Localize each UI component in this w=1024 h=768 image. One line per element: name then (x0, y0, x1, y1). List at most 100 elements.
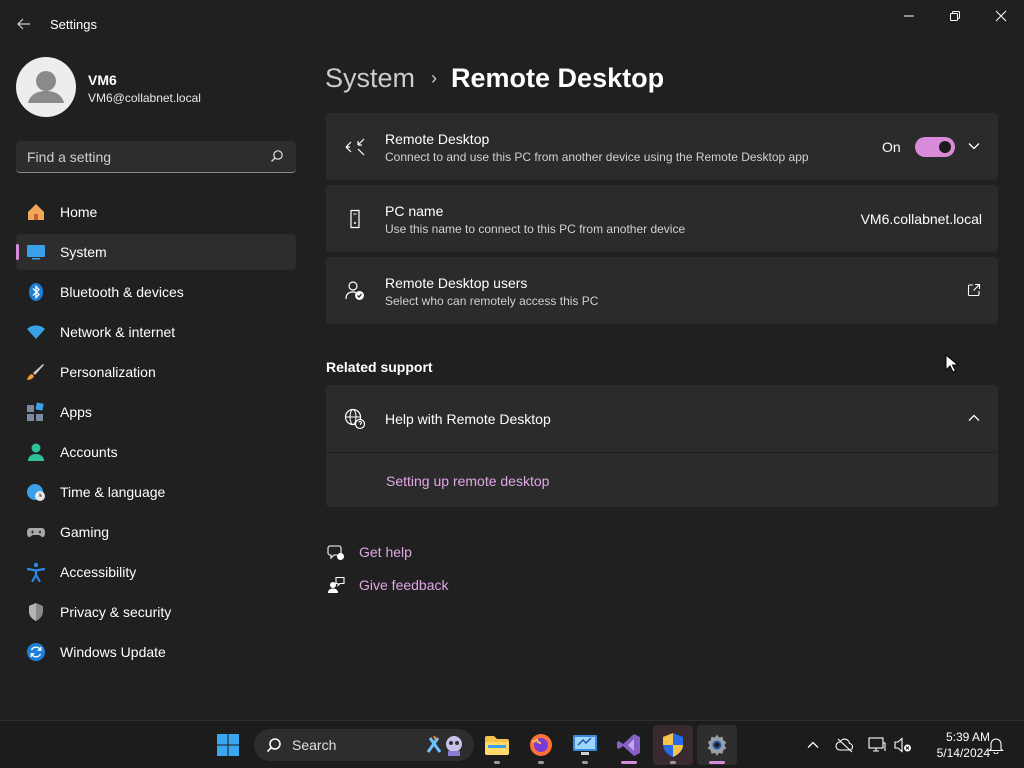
user-email: VM6@collabnet.local (88, 91, 201, 105)
sidebar-item-time-language[interactable]: Time & language (16, 474, 296, 510)
remote-desktop-users-card[interactable]: Remote Desktop users Select who can remo… (326, 257, 998, 324)
accessibility-icon (26, 562, 46, 582)
bluetooth-icon (26, 282, 46, 302)
sidebar-item-accounts[interactable]: Accounts (16, 434, 296, 470)
remote-desktop-toggle[interactable] (915, 137, 955, 157)
home-icon (26, 202, 46, 222)
user-name: VM6 (88, 72, 117, 88)
remote-desktop-users-title: Remote Desktop users (385, 275, 528, 291)
search-icon[interactable] (270, 149, 284, 168)
breadcrumb-parent[interactable]: System (325, 63, 415, 94)
gamepad-icon (26, 522, 46, 542)
apps-icon (26, 402, 46, 422)
running-indicator (621, 761, 637, 764)
breadcrumb-separator: › (431, 67, 438, 88)
notification-bell-icon[interactable] (986, 735, 1006, 755)
app-title: Settings (50, 17, 97, 32)
avatar[interactable] (16, 57, 76, 117)
taskbar: Search 5:39 AM 5/14/2024 (0, 720, 1024, 768)
taskbar-clock[interactable]: 5:39 AM 5/14/2024 (916, 729, 990, 761)
running-indicator (670, 761, 676, 764)
update-icon (26, 642, 46, 662)
related-support-heading: Related support (326, 359, 433, 375)
taskbar-file-explorer[interactable] (477, 725, 517, 765)
system-icon (26, 242, 46, 262)
help-remote-desktop-header[interactable]: Help with Remote Desktop (326, 385, 998, 452)
close-icon (995, 10, 1007, 22)
firefox-icon (530, 734, 552, 756)
globe-help-icon (344, 408, 366, 430)
sidebar-item-windows-update[interactable]: Windows Update (16, 634, 296, 670)
chevron-up-icon[interactable] (967, 411, 981, 430)
page-title: Remote Desktop (451, 62, 665, 93)
running-indicator (538, 761, 544, 764)
folder-icon (485, 736, 509, 755)
setting-up-remote-desktop-link[interactable]: Setting up remote desktop (386, 473, 549, 489)
pc-name-value: VM6.collabnet.local (860, 211, 982, 227)
chevron-down-icon[interactable] (967, 139, 981, 158)
get-help-link[interactable]: Get help (326, 542, 412, 562)
brush-icon (26, 362, 46, 382)
remote-desktop-icon (344, 136, 366, 158)
remote-desktop-users-subtitle: Select who can remotely access this PC (385, 294, 599, 308)
pc-name-subtitle: Use this name to connect to this PC from… (385, 222, 686, 236)
mouse-cursor (945, 353, 960, 379)
settings-search-box[interactable] (16, 141, 296, 173)
onedrive-offline-icon[interactable] (835, 735, 855, 755)
sidebar-item-bluetooth[interactable]: Bluetooth & devices (16, 274, 296, 310)
title-bar: Settings (0, 0, 1024, 48)
gear-icon (707, 734, 727, 756)
remote-desktop-card[interactable]: Remote Desktop Connect to and use this P… (326, 113, 998, 180)
sidebar-item-apps[interactable]: Apps (16, 394, 296, 430)
sidebar-item-system[interactable]: System (16, 234, 296, 270)
restore-icon (950, 11, 960, 21)
search-input[interactable] (27, 148, 257, 165)
visual-studio-icon (617, 734, 640, 756)
volume-muted-icon[interactable] (893, 735, 913, 755)
sidebar-item-gaming[interactable]: Gaming (16, 514, 296, 550)
pc-name-card: PC name Use this name to connect to this… (326, 185, 998, 252)
clock-time: 5:39 AM (945, 730, 990, 744)
back-button[interactable] (8, 8, 40, 40)
pc-tower-icon (344, 208, 366, 230)
uac-shield-icon (663, 733, 683, 757)
taskbar-remote-desktop-connection[interactable] (565, 725, 605, 765)
shield-icon (26, 602, 46, 622)
sidebar-item-accessibility[interactable]: Accessibility (16, 554, 296, 590)
remote-desktop-title: Remote Desktop (385, 131, 490, 147)
sidebar-item-network[interactable]: Network & internet (16, 314, 296, 350)
toggle-knob (939, 141, 951, 153)
give-feedback-link[interactable]: Give feedback (326, 575, 449, 595)
give-feedback-label: Give feedback (359, 577, 449, 593)
wifi-icon (26, 322, 46, 342)
sidebar-item-privacy-security[interactable]: Privacy & security (16, 594, 296, 630)
search-icon (266, 738, 281, 753)
globe-clock-icon (26, 482, 46, 502)
restore-button[interactable] (932, 0, 978, 32)
open-external-icon[interactable] (967, 283, 981, 302)
taskbar-search[interactable]: Search (254, 729, 474, 761)
get-help-label: Get help (359, 544, 412, 560)
remote-desktop-app-icon (573, 735, 597, 755)
help-remote-desktop-title: Help with Remote Desktop (385, 411, 551, 427)
taskbar-search-label: Search (292, 737, 337, 753)
breadcrumb: System › Remote Desktop (325, 58, 664, 98)
user-placeholder-icon (28, 71, 64, 103)
show-hidden-icons-chevron-icon[interactable] (803, 735, 823, 755)
taskbar-settings[interactable] (697, 725, 737, 765)
taskbar-visual-studio[interactable] (609, 725, 649, 765)
sidebar-item-home[interactable]: Home (16, 194, 296, 230)
close-button[interactable] (978, 0, 1024, 32)
network-wired-icon[interactable] (867, 735, 887, 755)
pc-name-title: PC name (385, 203, 444, 219)
start-button[interactable] (208, 725, 248, 765)
taskbar-firefox[interactable] (521, 725, 561, 765)
minimize-button[interactable] (886, 0, 932, 32)
search-highlight-icon (424, 732, 468, 761)
remote-desktop-state-label: On (882, 139, 901, 155)
taskbar-security[interactable] (653, 725, 693, 765)
minimize-icon (904, 15, 914, 17)
sidebar-item-personalization[interactable]: Personalization (16, 354, 296, 390)
running-indicator (582, 761, 588, 764)
help-remote-desktop-card: Help with Remote Desktop Setting up remo… (326, 385, 998, 507)
